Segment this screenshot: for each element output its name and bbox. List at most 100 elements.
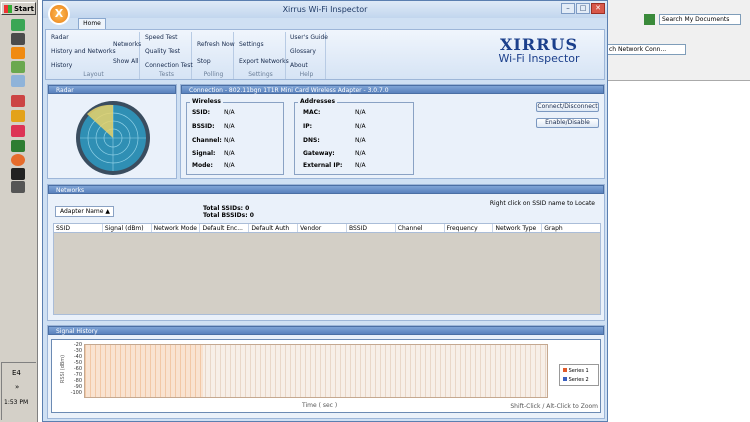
- ribbon-group-help: User's Guide Glossary About Help: [288, 32, 328, 79]
- search-input[interactable]: Search My Documents: [659, 14, 741, 25]
- enable-disable-button[interactable]: Enable/Disable: [536, 118, 599, 128]
- minimize-button[interactable]: –: [561, 3, 575, 14]
- x-axis-label: Time ( sec ): [302, 402, 338, 409]
- connect-disconnect-button[interactable]: Connect/Disconnect: [536, 102, 599, 112]
- speed-test-button[interactable]: Speed Test: [145, 34, 178, 41]
- signal-row: Signal: N/A: [192, 150, 235, 157]
- legend-series-1: Series 1: [563, 368, 589, 374]
- column-ssid[interactable]: SSID: [54, 224, 103, 232]
- adapter-name-sort[interactable]: Adapter Name ▲: [55, 206, 114, 217]
- tray-label: E4: [12, 369, 21, 377]
- external-ip-row: External IP: N/A: [303, 162, 366, 169]
- total-bssids: Total BSSIDs: 0: [203, 212, 254, 219]
- windows-icon: [4, 4, 12, 13]
- column-frequency[interactable]: Frequency: [445, 224, 494, 232]
- history-button[interactable]: History: [51, 62, 72, 69]
- radar-icon[interactable]: [72, 100, 154, 176]
- ribbon-group-layout: Radar History and Networks History Netwo…: [48, 32, 141, 79]
- column-network-mode[interactable]: Network Mode: [152, 224, 201, 232]
- app-window: Xirrus Wi-Fi Inspector – □ ✕ X Home Rada…: [42, 0, 608, 422]
- y-tick: -100: [70, 390, 82, 396]
- zoom-hint: Shift-Click / Alt-Click to Zoom: [510, 403, 598, 410]
- app-icon[interactable]: [11, 33, 25, 45]
- system-tray: E4 » 1:53 PM: [1, 362, 36, 420]
- vlc-icon[interactable]: [11, 47, 25, 59]
- group-label: Help: [299, 71, 314, 78]
- sort-up-icon: ▲: [105, 208, 110, 215]
- networks-header: Networks: [48, 185, 604, 194]
- settings-button[interactable]: Settings: [239, 41, 264, 48]
- column-default-enc[interactable]: Default Enc...: [200, 224, 250, 232]
- app-icon[interactable]: [11, 181, 25, 193]
- export-networks-button[interactable]: Export Networks: [239, 58, 289, 65]
- app-menu-button[interactable]: X: [48, 3, 70, 25]
- channel-row: Channel: N/A: [192, 137, 235, 144]
- dns-row: DNS: N/A: [303, 137, 366, 144]
- ribbon-group-polling: Refresh Now Stop Polling: [194, 32, 235, 79]
- stop-button[interactable]: Stop: [197, 58, 211, 65]
- show-all-button[interactable]: Show All: [113, 58, 139, 65]
- group-label: Tests: [159, 71, 174, 78]
- chrome-icon[interactable]: [11, 19, 25, 31]
- taskbar: Start E4 » 1:53 PM: [0, 0, 38, 422]
- mac-row: MAC: N/A: [303, 109, 366, 116]
- ip-row: IP: N/A: [303, 123, 366, 130]
- locate-hint: Right click on SSID name to Locate: [489, 200, 595, 207]
- app-icon[interactable]: [11, 75, 25, 87]
- ribbon-group-settings: Settings Export Networks Settings: [236, 32, 289, 79]
- glossary-button[interactable]: Glossary: [290, 48, 316, 55]
- legend-series-2: Series 2: [563, 377, 589, 383]
- column-signal[interactable]: Signal (dBm): [103, 224, 152, 232]
- column-channel[interactable]: Channel: [396, 224, 445, 232]
- wireless-group: Wireless SSID: N/A BSSID: N/A Channel: N/A …: [186, 98, 284, 175]
- networks-grid-header: SSID Signal (dBm) Network Mode Default E…: [53, 223, 601, 233]
- connection-test-button[interactable]: Connection Test: [145, 62, 193, 69]
- quality-test-button[interactable]: Quality Test: [145, 48, 180, 55]
- column-bssid[interactable]: BSSID: [347, 224, 396, 232]
- title-bar: Xirrus Wi-Fi Inspector – □ ✕: [43, 1, 607, 18]
- address-field[interactable]: ch Network Conn...: [606, 44, 686, 55]
- window-title: Xirrus Wi-Fi Inspector: [282, 5, 368, 14]
- column-network-type[interactable]: Network Type: [493, 224, 543, 232]
- ribbon-group-tests: Speed Test Quality Test Connection Test …: [142, 32, 193, 79]
- series-1-swatch: [563, 368, 567, 372]
- start-button[interactable]: Start: [1, 2, 36, 15]
- networks-button[interactable]: Networks: [113, 41, 141, 48]
- users-guide-button[interactable]: User's Guide: [290, 34, 328, 41]
- app-icon[interactable]: [11, 125, 25, 137]
- addresses-group: Addresses MAC: N/A IP: N/A DNS: N/A Gateway…: [294, 98, 414, 175]
- ribbon: Radar History and Networks History Netwo…: [45, 29, 605, 80]
- firefox-icon[interactable]: [11, 154, 25, 166]
- column-vendor[interactable]: Vendor: [298, 224, 347, 232]
- close-button[interactable]: ✕: [591, 3, 605, 14]
- app-icon[interactable]: [11, 168, 25, 180]
- app-icon[interactable]: [11, 61, 25, 73]
- tab-home[interactable]: Home: [78, 18, 106, 29]
- go-icon[interactable]: [644, 14, 655, 25]
- refresh-now-button[interactable]: Refresh Now: [197, 41, 235, 48]
- radar-header: Radar: [48, 85, 176, 94]
- xirrus-logo: XIRRUS Wi-Fi Inspector: [498, 35, 580, 65]
- signal-history-header: Signal History: [48, 326, 604, 335]
- radar-button[interactable]: Radar: [51, 34, 69, 41]
- wireless-legend: Wireless: [190, 98, 223, 105]
- app-icon[interactable]: [11, 140, 25, 152]
- column-default-auth[interactable]: Default Auth: [249, 224, 299, 232]
- chart-legend: Series 1 Series 2: [559, 364, 599, 386]
- maximize-button[interactable]: □: [576, 3, 590, 14]
- history-networks-button[interactable]: History and Networks: [51, 48, 116, 55]
- group-label: Settings: [248, 71, 273, 78]
- addresses-legend: Addresses: [298, 98, 338, 105]
- networks-grid-body[interactable]: [53, 233, 601, 315]
- app-icon[interactable]: [11, 110, 25, 122]
- group-label: Polling: [203, 71, 224, 78]
- app-icon[interactable]: [11, 95, 25, 107]
- window-controls: – □ ✕: [561, 3, 605, 14]
- signal-history-chart[interactable]: RSSI (dBm) -20 -30 -40 -50 -60 -70 -80 -…: [51, 339, 601, 413]
- chevron-icon[interactable]: »: [15, 383, 19, 391]
- connection-header: Connection - 802.11bgn 1T1R Mini Card Wi…: [181, 85, 604, 94]
- total-ssids: Total SSIDs: 0: [203, 205, 250, 212]
- column-graph[interactable]: Graph: [542, 224, 600, 232]
- about-button[interactable]: About: [290, 62, 308, 69]
- ssid-row: SSID: N/A: [192, 109, 235, 116]
